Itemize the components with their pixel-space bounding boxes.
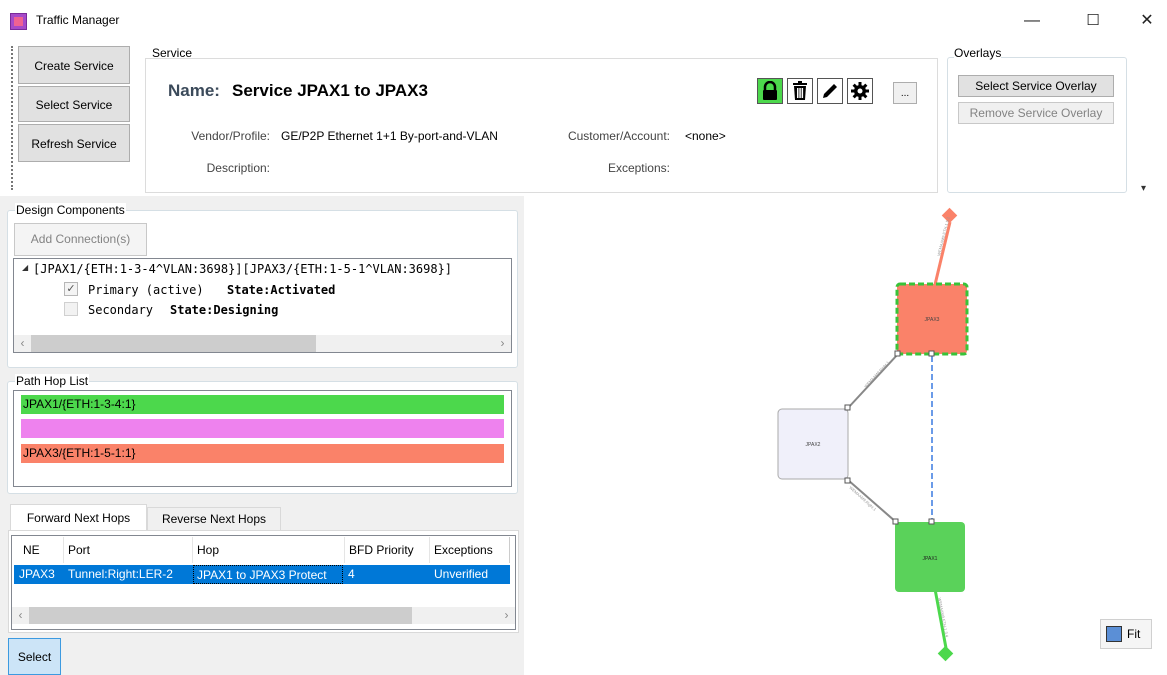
trash-icon[interactable] (787, 78, 813, 104)
column-header-bfd-priority[interactable]: BFD Priority (345, 537, 430, 563)
customer-account-label: Customer/Account: (567, 129, 670, 143)
maximize-button[interactable]: ☐ (1073, 8, 1113, 34)
add-connections-button[interactable]: Add Connection(s) (14, 223, 147, 256)
svg-text:WEMAAM9.Right.1: WEMAAM9.Right.1 (848, 485, 878, 512)
description-label: Description: (206, 161, 270, 175)
next-hops-scrollbar[interactable]: ‹ › (12, 607, 515, 624)
vendor-profile-value: GE/P2P Ethernet 1+1 By-port-and-VLAN (281, 129, 498, 143)
svg-text:WEMAAM9.Right.1: WEMAAM9.Right.1 (863, 360, 891, 389)
path-hop-item[interactable] (21, 419, 504, 438)
topology-graph[interactable]: WEMAAM9.ETH-1.5.1 WEMAAM9.ETH-1.3.4 WEMA… (526, 196, 1167, 675)
gear-icon[interactable] (847, 78, 873, 104)
scroll-thumb[interactable] (31, 335, 316, 352)
tree-root-item[interactable]: [JPAX1/{ETH:1-3-4^VLAN:3698}][JPAX3/{ETH… (33, 262, 452, 276)
pencil-icon[interactable] (817, 78, 843, 104)
service-name-value: Service JPAX1 to JPAX3 (232, 81, 428, 100)
node-jpax1-label: JPAX1 (923, 556, 938, 562)
refresh-service-button[interactable]: Refresh Service (18, 124, 130, 162)
design-components-label: Design Components (15, 203, 126, 217)
create-service-button[interactable]: Create Service (18, 46, 130, 84)
overlays-group-label: Overlays (954, 46, 1002, 60)
node-jpax3-label: JPAX3 (925, 317, 940, 323)
secondary-label: Secondary (88, 303, 154, 317)
primary-label: Primary (active) (88, 283, 204, 297)
cell-bfd-priority: 4 (348, 567, 355, 581)
cell-ne: JPAX3 (19, 567, 55, 581)
node-jpax2-label: JPAX2 (806, 442, 821, 448)
column-header-ne[interactable]: NE (19, 537, 64, 563)
service-name-label: Name: (168, 81, 220, 100)
more-button[interactable]: ... (893, 82, 917, 104)
customer-account-value: <none> (685, 129, 726, 143)
select-service-overlay-button[interactable]: Select Service Overlay (958, 75, 1114, 97)
select-button[interactable]: Select (8, 638, 61, 675)
secondary-checkbox[interactable] (64, 302, 78, 316)
secondary-state: State:Designing (170, 303, 279, 317)
close-button[interactable]: ✕ (1127, 8, 1167, 34)
link-jpax2-jpax1 (847, 479, 897, 523)
tab-forward-next-hops[interactable]: Forward Next Hops (10, 504, 147, 531)
fit-label: Fit (1127, 627, 1141, 641)
scroll-left-icon[interactable]: ‹ (14, 335, 31, 352)
column-header-port[interactable]: Port (64, 537, 193, 563)
minimize-button[interactable]: — (1012, 8, 1052, 34)
fit-icon (1106, 626, 1122, 642)
tab-reverse-next-hops[interactable]: Reverse Next Hops (147, 507, 281, 531)
fit-button[interactable]: Fit (1100, 619, 1152, 649)
path-hop-item[interactable]: JPAX1/{ETH:1-3-4:1} (21, 395, 504, 414)
cell-hop[interactable]: JPAX1 to JPAX3 Protect (193, 565, 343, 584)
column-header-exceptions[interactable]: Exceptions (430, 537, 510, 563)
primary-checkbox[interactable]: ✓ (64, 282, 78, 296)
cell-exceptions: Unverified (434, 567, 489, 581)
vendor-profile-label: Vendor/Profile: (191, 129, 270, 143)
topology-canvas[interactable]: WEMAAM9.ETH-1.5.1 WEMAAM9.ETH-1.3.4 WEMA… (526, 196, 1167, 675)
scroll-right-icon[interactable]: › (494, 335, 511, 352)
title-bar: Traffic Manager — ☐ ✕ (0, 0, 1167, 42)
scroll-right-icon[interactable]: › (498, 607, 515, 624)
endpoint-bottom (937, 645, 954, 662)
path-hop-item[interactable]: JPAX3/{ETH:1-5-1:1} (21, 444, 504, 463)
toolbar-grip[interactable] (11, 46, 13, 190)
primary-state: State:Activated (227, 283, 336, 297)
design-tree-scrollbar[interactable]: ‹ › (14, 335, 511, 352)
select-service-button[interactable]: Select Service (18, 86, 130, 122)
column-header-hop[interactable]: Hop (193, 537, 345, 563)
scroll-thumb[interactable] (29, 607, 412, 624)
lock-icon[interactable] (757, 78, 783, 104)
expand-arrow-icon[interactable]: ◢ (22, 263, 28, 272)
path-hop-list-label: Path Hop List (15, 374, 90, 388)
app-icon (10, 13, 27, 30)
toolbar-overflow-icon[interactable]: ▾ (1141, 183, 1146, 194)
window-title: Traffic Manager (36, 13, 120, 27)
remove-service-overlay-button[interactable]: Remove Service Overlay (958, 102, 1114, 124)
cell-port: Tunnel:Right:LER-2 (68, 567, 173, 581)
exceptions-label: Exceptions: (607, 161, 670, 175)
scroll-left-icon[interactable]: ‹ (12, 607, 29, 624)
